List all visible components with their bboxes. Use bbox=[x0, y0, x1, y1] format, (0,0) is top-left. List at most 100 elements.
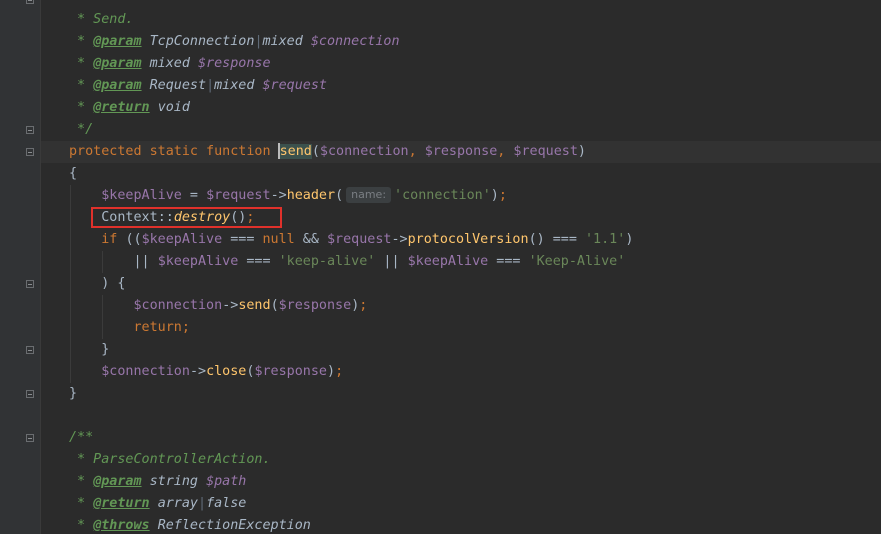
fold-marker-icon[interactable] bbox=[26, 390, 34, 398]
code-line-keepalive-assign[interactable]: $keepAlive = $request->header(name:'conn… bbox=[69, 185, 507, 207]
fold-marker-icon[interactable] bbox=[26, 148, 34, 156]
code-line-send-response[interactable]: $connection->send($response); bbox=[69, 295, 368, 317]
code-token: * bbox=[69, 56, 94, 71]
code-token: @param bbox=[93, 474, 142, 489]
code-line-fn-signature[interactable]: protected static function send($connecti… bbox=[69, 141, 586, 163]
code-token: send bbox=[279, 144, 312, 159]
code-token: array bbox=[157, 496, 198, 511]
code-token: ) bbox=[577, 144, 586, 159]
code-token: * bbox=[69, 474, 94, 489]
code-token: -> bbox=[222, 298, 239, 313]
code-token: $connection bbox=[319, 144, 409, 159]
code-token: () === bbox=[528, 232, 585, 247]
code-token: $response bbox=[198, 56, 271, 71]
code-token: } bbox=[69, 386, 78, 401]
code-token: * bbox=[69, 100, 94, 115]
code-token: $request bbox=[513, 144, 578, 159]
code-line-close-connection[interactable]: $connection->close($response); bbox=[69, 361, 343, 383]
code-line-doc1-param2[interactable]: * @param mixed $response bbox=[69, 53, 271, 75]
code-line-return-stmt[interactable]: return; bbox=[69, 317, 190, 339]
code-token: ; bbox=[498, 188, 507, 203]
code-token: $request bbox=[206, 188, 271, 203]
code-line-if-condition[interactable]: if (($keepAlive === null && $request->pr… bbox=[69, 229, 633, 251]
code-token: */ bbox=[69, 122, 94, 137]
code-line-doc1-param1[interactable]: * @param TcpConnection|mixed $connection bbox=[69, 31, 400, 53]
code-line-fn-open-brace[interactable]: { bbox=[69, 163, 77, 185]
code-token: $connection bbox=[310, 34, 400, 49]
code-line-if-open[interactable]: ) { bbox=[69, 273, 125, 295]
code-token: * bbox=[69, 496, 94, 511]
code-token: * bbox=[69, 78, 94, 93]
code-token: $keepAlive bbox=[157, 254, 239, 269]
code-token: mixed bbox=[149, 56, 190, 71]
code-line-doc2-param[interactable]: * @param string $path bbox=[69, 471, 246, 493]
code-line-doc2-throws[interactable]: * @throws ReflectionException bbox=[69, 515, 311, 534]
fold-marker-icon[interactable] bbox=[26, 346, 34, 354]
code-token: mixed bbox=[214, 78, 255, 93]
code-token: 'keep-alive' bbox=[278, 254, 376, 269]
code-token: $request bbox=[327, 232, 392, 247]
code-token: | bbox=[198, 496, 207, 511]
fold-marker-icon[interactable] bbox=[26, 280, 34, 288]
code-token: === bbox=[238, 254, 279, 269]
code-token: $response bbox=[424, 144, 498, 159]
fold-marker-icon[interactable] bbox=[26, 126, 34, 134]
code-token: close bbox=[206, 364, 247, 379]
fold-marker-icon[interactable] bbox=[26, 434, 34, 442]
code-editor[interactable]: * Send. * @param TcpConnection|mixed $co… bbox=[0, 0, 881, 534]
code-token: * bbox=[69, 518, 94, 533]
editor-gutter[interactable] bbox=[0, 0, 41, 534]
red-highlight-box bbox=[91, 207, 282, 228]
code-token: @param bbox=[93, 78, 142, 93]
code-token: ; bbox=[359, 298, 368, 313]
code-token: $connection bbox=[133, 298, 223, 313]
code-token: ; bbox=[335, 364, 344, 379]
code-line-doc2-return[interactable]: * @return array|false bbox=[69, 493, 246, 515]
code-token: ReflectionException bbox=[157, 518, 311, 533]
parameter-hint: name: bbox=[346, 187, 392, 203]
code-token: || bbox=[375, 254, 408, 269]
code-token: send bbox=[238, 298, 271, 313]
code-token: $keepAlive bbox=[141, 232, 223, 247]
code-token: ) { bbox=[69, 276, 126, 291]
code-token: void bbox=[157, 100, 190, 115]
code-token: -> bbox=[189, 364, 207, 379]
code-token: * ParseControllerAction. bbox=[69, 452, 271, 467]
code-token: * bbox=[69, 34, 94, 49]
code-token: ( bbox=[270, 298, 279, 313]
code-token: -> bbox=[270, 188, 287, 203]
code-token: @return bbox=[93, 496, 150, 511]
code-line-fn-close-brace[interactable]: } bbox=[69, 383, 77, 405]
fold-marker-icon[interactable] bbox=[26, 0, 34, 4]
code-token: if bbox=[101, 232, 126, 247]
code-line-doc1-return[interactable]: * @return void bbox=[69, 97, 190, 119]
code-line-doc2-open[interactable]: /** bbox=[69, 427, 93, 449]
code-token: || bbox=[69, 254, 158, 269]
code-token: TcpConnection bbox=[149, 34, 255, 49]
code-token: } bbox=[69, 342, 110, 357]
code-token: Request bbox=[149, 78, 207, 93]
code-token: === bbox=[488, 254, 529, 269]
code-token: @return bbox=[93, 100, 150, 115]
code-line-if-condition-cont[interactable]: || $keepAlive === 'keep-alive' || $keepA… bbox=[69, 251, 625, 273]
code-line-doc1-close[interactable]: */ bbox=[69, 119, 93, 141]
code-token: '1.1' bbox=[585, 232, 626, 247]
code-line-doc2-summary[interactable]: * ParseControllerAction. bbox=[69, 449, 271, 471]
code-line-if-close[interactable]: } bbox=[69, 339, 109, 361]
code-token: @throws bbox=[93, 518, 150, 533]
code-line-doc1-summary[interactable]: * Send. bbox=[69, 9, 133, 31]
code-line-doc1-param3[interactable]: * @param Request|mixed $request bbox=[69, 75, 327, 97]
code-token: | bbox=[254, 34, 263, 49]
code-token: @param bbox=[93, 56, 142, 71]
